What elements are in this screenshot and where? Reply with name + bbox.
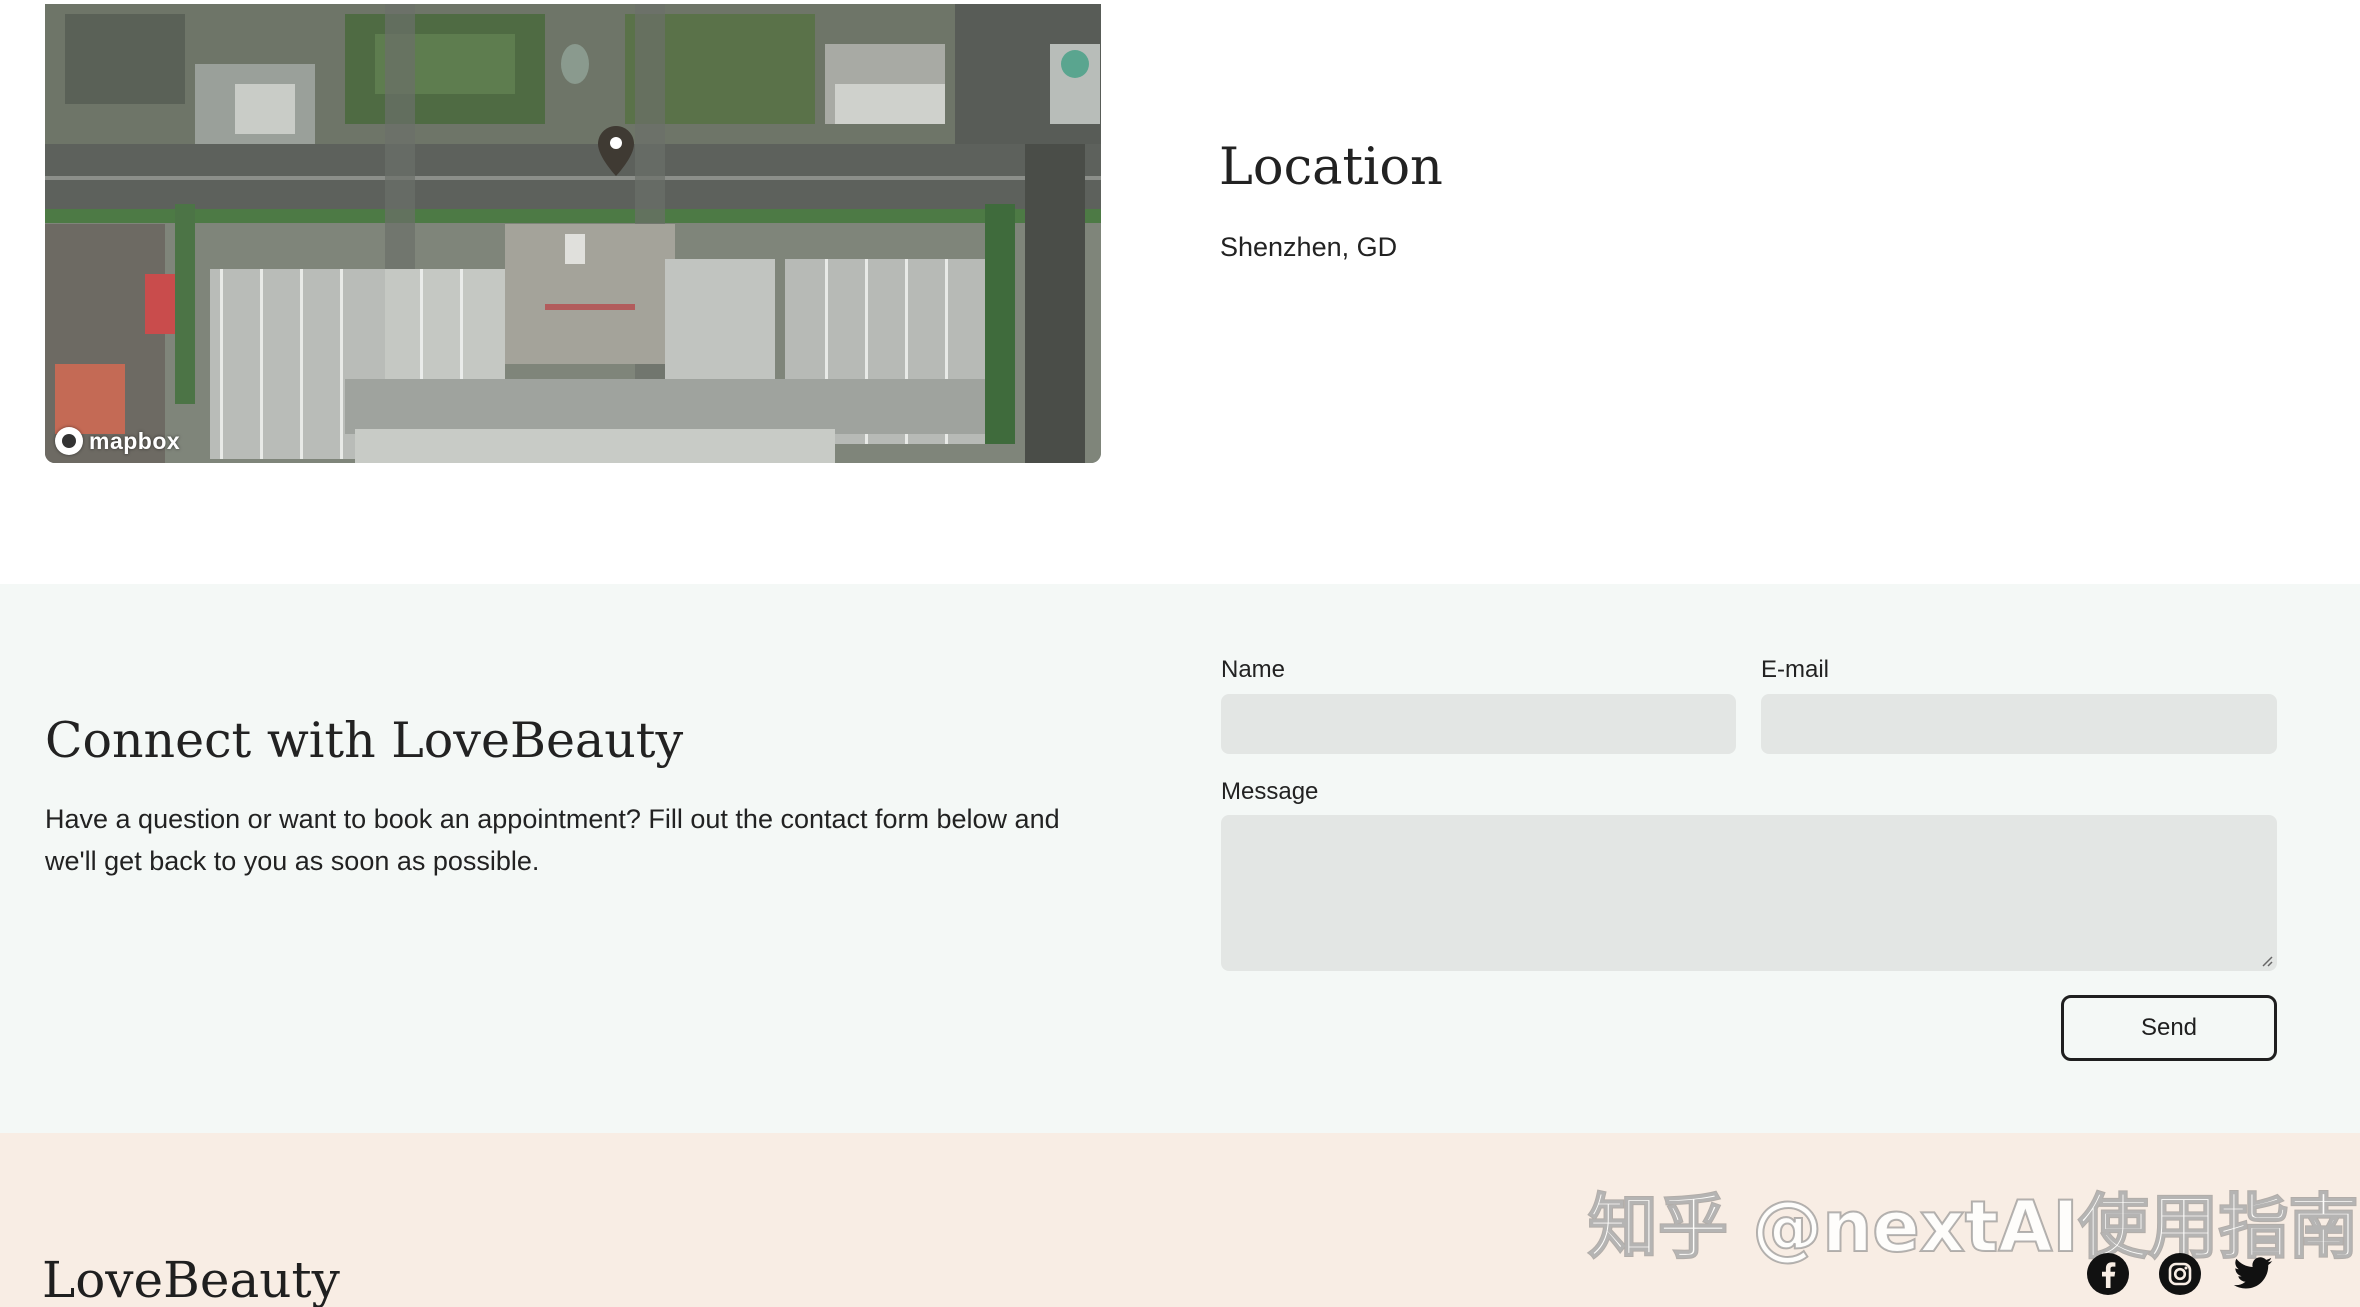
contact-section: Connect with LoveBeauty Have a question …	[0, 584, 2360, 1133]
location-section: mapbox Location Shenzhen, GD	[0, 0, 2360, 584]
footer-brand[interactable]: LoveBeauty	[42, 1251, 340, 1307]
twitter-icon[interactable]	[2231, 1253, 2275, 1295]
facebook-icon[interactable]	[2087, 1253, 2129, 1295]
email-input[interactable]	[1761, 694, 2277, 754]
send-button[interactable]: Send	[2061, 995, 2277, 1061]
contact-title: Connect with LoveBeauty	[45, 712, 684, 769]
resize-handle-icon[interactable]	[2261, 955, 2273, 967]
location-map[interactable]: mapbox	[45, 4, 1101, 463]
email-label: E-mail	[1761, 656, 1830, 683]
satellite-map-image	[45, 4, 1101, 463]
message-label: Message	[1221, 778, 1319, 805]
mapbox-label: mapbox	[89, 427, 181, 454]
contact-description: Have a question or want to book an appoi…	[45, 804, 1060, 876]
message-textarea[interactable]	[1221, 815, 2277, 971]
footer: 知乎 @nextAI使用指南 LoveBeauty	[0, 1133, 2360, 1307]
location-title: Location	[1219, 138, 1443, 197]
name-input[interactable]	[1221, 694, 1736, 754]
map-pin-icon[interactable]	[598, 126, 634, 176]
location-address: Shenzhen, GD	[1220, 232, 1398, 262]
mapbox-attribution[interactable]: mapbox	[55, 427, 180, 455]
name-label: Name	[1221, 656, 1286, 683]
instagram-icon[interactable]	[2159, 1253, 2201, 1295]
mapbox-logo-icon	[55, 427, 83, 455]
